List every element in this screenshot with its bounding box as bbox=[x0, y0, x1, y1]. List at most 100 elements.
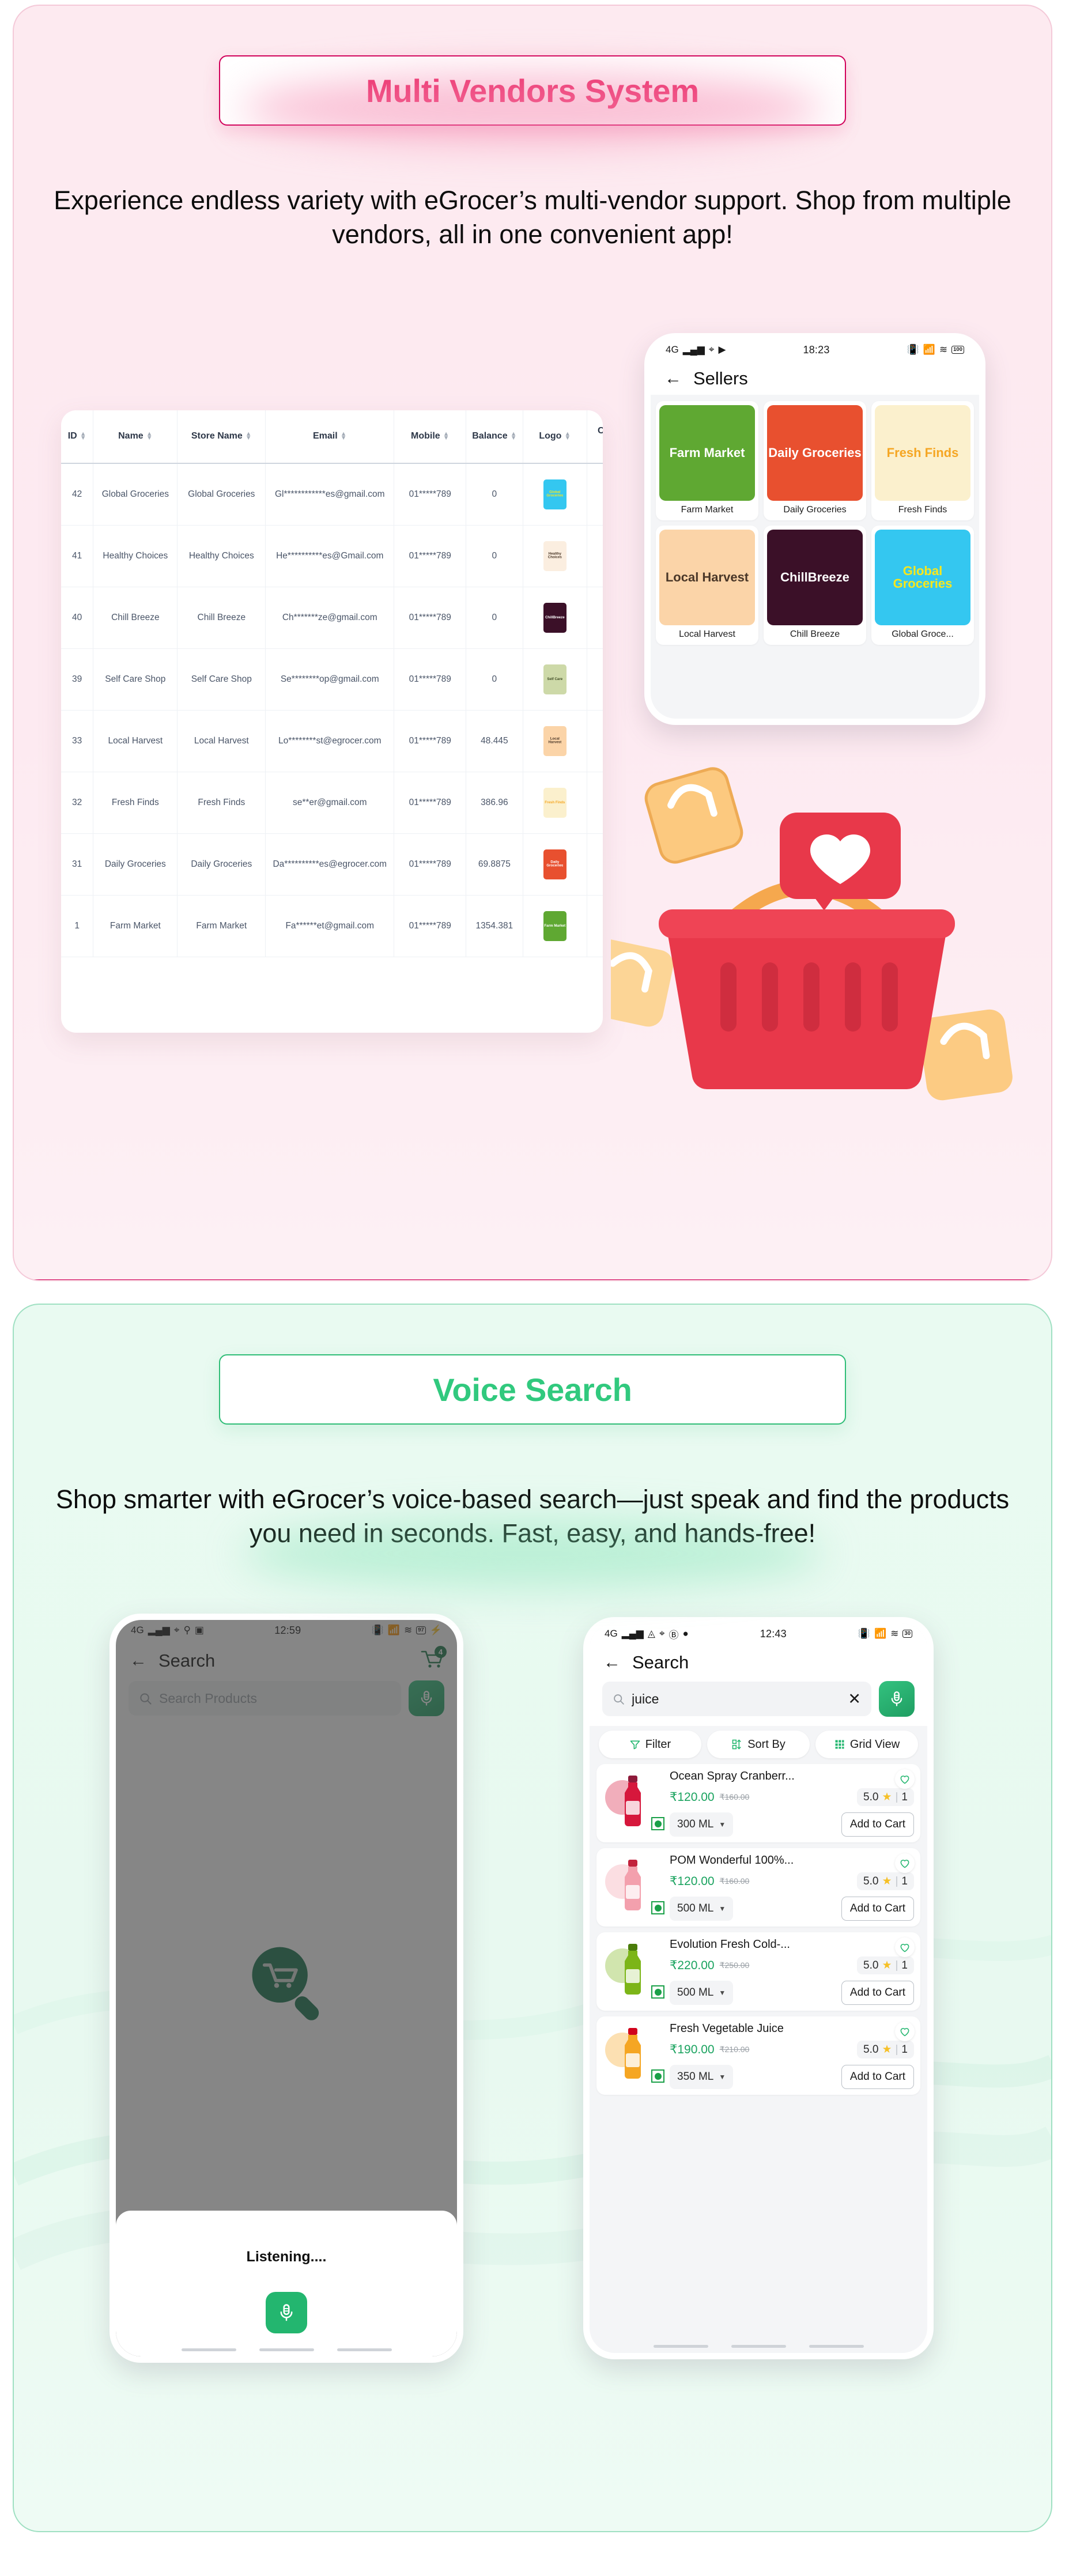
col-header-mobile[interactable]: Mobile ▲ ▼ bbox=[394, 410, 467, 464]
col-header-email[interactable]: Email ▲ ▼ bbox=[265, 410, 395, 464]
grid-view-label: Grid View bbox=[849, 1738, 900, 1751]
favorite-icon[interactable] bbox=[895, 1769, 915, 1789]
rating-separator: | bbox=[895, 1875, 898, 1887]
vendor-logo-image: Fresh Finds bbox=[543, 787, 567, 818]
vendor-logo-image: Local Harvest bbox=[543, 726, 567, 756]
col-label-id: ID bbox=[67, 430, 77, 441]
home-indicator bbox=[116, 2348, 457, 2351]
add-to-cart-button[interactable]: Add to Cart bbox=[841, 2065, 914, 2089]
review-count: 1 bbox=[901, 1959, 908, 1971]
chevron-down-icon: ▼ bbox=[719, 1820, 726, 1829]
vendor-id: 31 bbox=[61, 833, 94, 896]
search-field-wrapper[interactable]: ✕ bbox=[602, 1682, 871, 1716]
add-to-cart-button[interactable]: Add to Cart bbox=[841, 1981, 914, 2005]
star-icon: ★ bbox=[882, 1875, 892, 1887]
rating-value: 5.0 bbox=[863, 2043, 879, 2056]
seller-card[interactable]: Local Harvest Local Harvest bbox=[656, 526, 758, 645]
add-to-cart-button[interactable]: Add to Cart bbox=[841, 1812, 914, 1837]
sort-icon: ▲ ▼ bbox=[340, 430, 347, 441]
filter-chip[interactable]: Filter bbox=[599, 1731, 701, 1758]
sort-chip[interactable]: Sort By bbox=[707, 1731, 810, 1758]
sellers-grid: Farm Market Farm Market Daily Groceries Dai… bbox=[656, 401, 974, 645]
grid-view-chip[interactable]: Grid View bbox=[815, 1731, 918, 1758]
vendor-email: Lo********st@egrocer.com bbox=[265, 710, 395, 772]
badge-glow-green bbox=[241, 1519, 824, 1588]
seller-card[interactable]: ChillBreeze Chill Breeze bbox=[764, 526, 866, 645]
table-row[interactable]: 40 Chill Breeze Chill Breeze Ch*******ze@gm… bbox=[61, 587, 603, 649]
star-icon: ★ bbox=[882, 2044, 892, 2056]
col-header-balance[interactable]: Balance ▲ ▼ bbox=[466, 410, 523, 464]
col-header-store[interactable]: Store Name ▲ ▼ bbox=[177, 410, 266, 464]
seller-card[interactable]: Farm Market Farm Market bbox=[656, 401, 758, 520]
multi-vendors-subtitle: Experience endless variety with eGrocer’… bbox=[54, 186, 1011, 250]
search-input[interactable] bbox=[159, 1690, 391, 1706]
vendor-mobile: 01*****789 bbox=[394, 463, 467, 526]
cart-count-badge: 4 bbox=[435, 1646, 447, 1658]
listening-bottom-sheet: Listening.... bbox=[116, 2211, 457, 2356]
product-card[interactable]: Fresh Vegetable Juice ₹190.00 ₹210.00 5.0 ★ |… bbox=[596, 2016, 920, 2095]
sort-icon: ▲ ▼ bbox=[510, 430, 517, 441]
product-card[interactable]: POM Wonderful 100%... ₹120.00 ₹160.00 5.0 ★ |… bbox=[596, 1848, 920, 1927]
vendor-balance: 0 bbox=[466, 587, 523, 649]
product-card[interactable]: Evolution Fresh Cold-... ₹220.00 ₹250.00 5.… bbox=[596, 1932, 920, 2011]
back-icon[interactable]: ← bbox=[664, 370, 682, 387]
table-row[interactable]: 39 Self Care Shop Self Care Shop Se********… bbox=[61, 648, 603, 711]
size-value: 500 ML bbox=[677, 1986, 714, 1999]
product-price: ₹220.00 bbox=[670, 1959, 715, 1972]
table-row[interactable]: 42 Global Groceries Global Groceries Gl****… bbox=[61, 463, 603, 526]
table-row[interactable]: 41 Healthy Choices Healthy Choices He******… bbox=[61, 525, 603, 587]
sort-label: Sort By bbox=[747, 1738, 785, 1751]
col-header-logo[interactable]: Logo ▲ ▼ bbox=[523, 410, 588, 464]
product-price: ₹120.00 bbox=[670, 1875, 715, 1888]
vibrate-icon: 📳 bbox=[371, 1625, 384, 1636]
vendor-balance: 0 bbox=[466, 648, 523, 711]
seller-card[interactable]: Global Groceries Global Groce... bbox=[871, 526, 974, 645]
voice-search-button[interactable] bbox=[879, 1681, 915, 1717]
table-row[interactable]: 1 Farm Market Farm Market Fa******et@gmail.… bbox=[61, 895, 603, 957]
table-row[interactable]: 31 Daily Groceries Daily Groceries Da******… bbox=[61, 833, 603, 896]
review-count: 1 bbox=[901, 1875, 908, 1887]
size-select[interactable]: 500 ML ▼ bbox=[670, 1897, 734, 1921]
col-header-id[interactable]: ID ▲ ▼ bbox=[61, 410, 94, 464]
vendor-logo-image: ChillBreeze bbox=[543, 602, 567, 633]
product-name: Evolution Fresh Cold-... bbox=[670, 1938, 790, 1951]
product-card[interactable]: Ocean Spray Cranberr... ₹120.00 ₹160.00 5.0… bbox=[596, 1764, 920, 1842]
battery-icon: 30 bbox=[902, 1630, 912, 1638]
wifi-icon: ≋ bbox=[890, 1628, 899, 1639]
cart-icon[interactable]: 4 bbox=[420, 1646, 447, 1672]
vendor-commission: 10 bbox=[587, 587, 603, 649]
size-select[interactable]: 500 ML ▼ bbox=[670, 1981, 734, 2005]
col-header-name[interactable]: Name ▲ ▼ bbox=[93, 410, 178, 464]
table-row[interactable]: 33 Local Harvest Local Harvest Lo********st… bbox=[61, 710, 603, 772]
vendor-commission: 5 bbox=[587, 710, 603, 772]
back-icon[interactable]: ← bbox=[603, 1654, 621, 1671]
search-field-wrapper[interactable] bbox=[129, 1681, 401, 1716]
sheet-mic-button[interactable] bbox=[266, 2292, 307, 2333]
call-icon: 📶 bbox=[923, 344, 935, 355]
col-header-commission[interactable]: Commission (%) bbox=[587, 410, 603, 464]
sort-icon bbox=[732, 1739, 741, 1750]
seller-card[interactable]: Fresh Finds Fresh Finds bbox=[871, 401, 974, 520]
favorite-icon[interactable] bbox=[895, 1937, 915, 1957]
network-icon: 4G bbox=[666, 344, 679, 355]
bag-top-left bbox=[644, 767, 743, 864]
voice-search-button[interactable] bbox=[409, 1680, 444, 1716]
favorite-icon[interactable] bbox=[895, 1853, 915, 1873]
search-input[interactable] bbox=[632, 1691, 841, 1707]
vendor-logo: ChillBreeze bbox=[523, 587, 588, 649]
back-icon[interactable]: ← bbox=[130, 1652, 147, 1670]
sort-icon: ▲ ▼ bbox=[564, 430, 571, 441]
table-row[interactable]: 32 Fresh Finds Fresh Finds se**er@gmail.com… bbox=[61, 772, 603, 834]
vendor-store-name: Local Harvest bbox=[177, 710, 266, 772]
size-select[interactable]: 350 ML ▼ bbox=[670, 2065, 734, 2089]
vendor-mobile: 01*****789 bbox=[394, 833, 467, 896]
size-select[interactable]: 300 ML ▼ bbox=[670, 1812, 734, 1837]
favorite-icon[interactable] bbox=[895, 2022, 915, 2041]
product-old-price: ₹210.00 bbox=[719, 2045, 750, 2054]
clear-icon[interactable]: ✕ bbox=[848, 1691, 861, 1707]
seller-card[interactable]: Daily Groceries Daily Groceries bbox=[764, 401, 866, 520]
product-info: Evolution Fresh Cold-... ₹220.00 ₹250.00 5.… bbox=[663, 1938, 914, 2005]
add-to-cart-button[interactable]: Add to Cart bbox=[841, 1897, 914, 1921]
vendor-name: Global Groceries bbox=[93, 463, 178, 526]
filter-icon bbox=[630, 1740, 640, 1750]
